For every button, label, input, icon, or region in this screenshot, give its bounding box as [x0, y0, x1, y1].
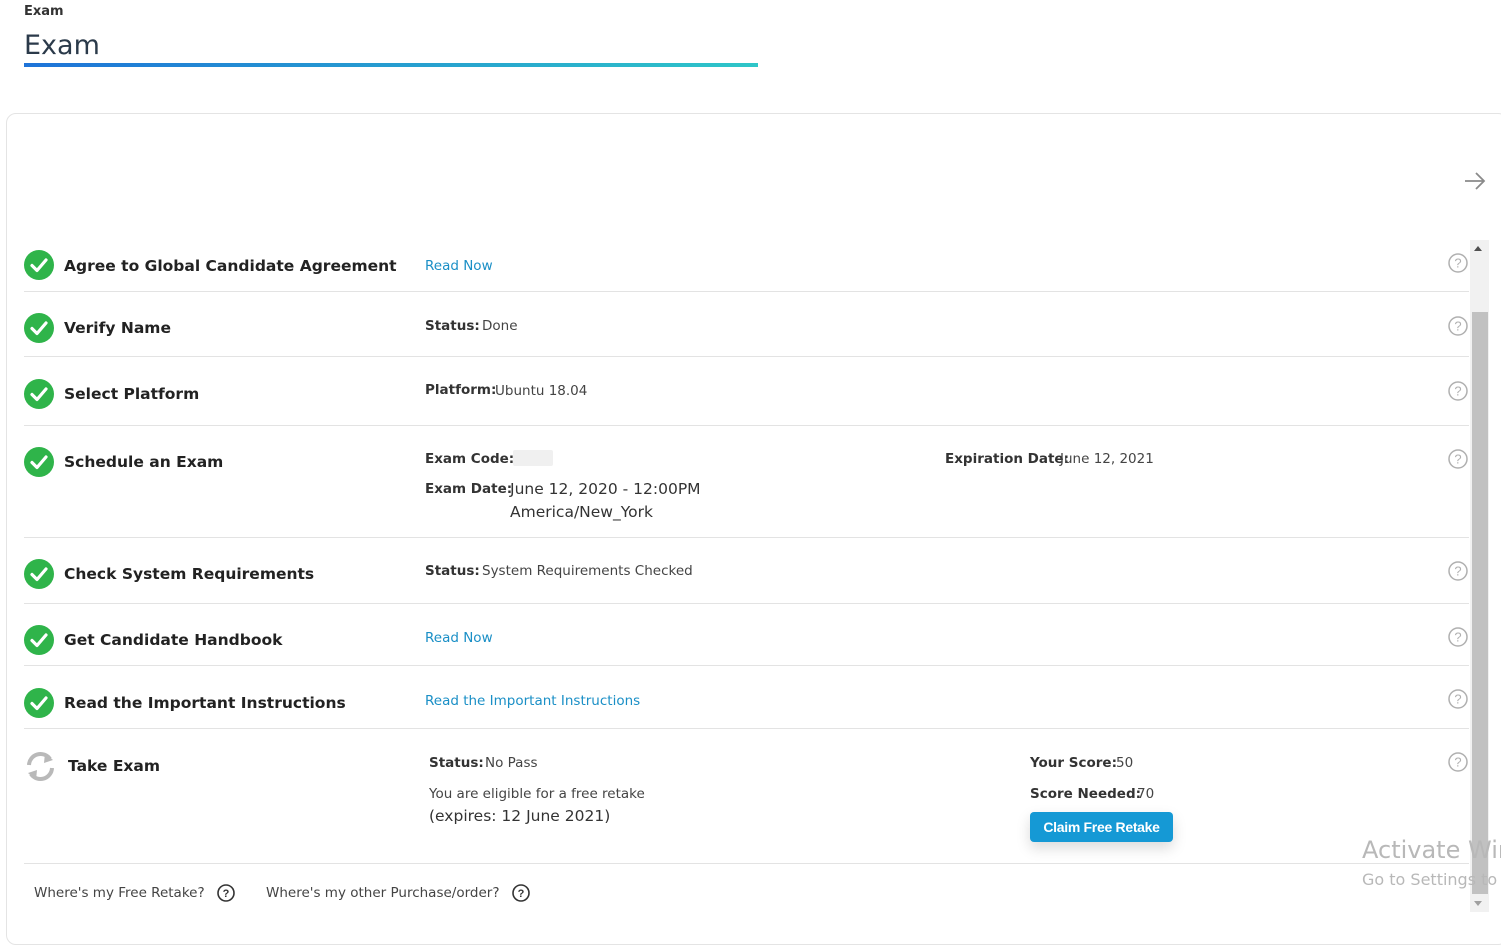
activation-watermark-title: Activate Win: [1362, 836, 1501, 864]
help-icon[interactable]: ?: [1448, 561, 1468, 581]
scrollbar-thumb[interactable]: [1472, 312, 1488, 894]
step-title: Get Candidate Handbook: [64, 631, 283, 649]
check-circle-icon: [24, 625, 54, 655]
check-circle-icon: [24, 447, 54, 477]
svg-text:?: ?: [223, 888, 230, 900]
step-title: Schedule an Exam: [64, 453, 224, 471]
platform-value: Ubuntu 18.04: [495, 383, 588, 399]
purchase-order-link[interactable]: Where's my other Purchase/order? ?: [266, 884, 530, 902]
step-title: Read the Important Instructions: [64, 694, 346, 712]
help-icon[interactable]: ?: [1448, 449, 1468, 469]
check-circle-icon: [24, 688, 54, 718]
exam-date-value: June 12, 2020 - 12:00PM: [510, 480, 701, 498]
activation-watermark-subtitle: Go to Settings to: [1362, 870, 1498, 889]
platform-label: Platform:: [425, 382, 497, 398]
scroll-down-arrow-icon[interactable]: [1474, 901, 1482, 906]
status-label: Status:: [429, 755, 484, 771]
step-system-check: Check System Requirements Status: System…: [24, 537, 1469, 604]
page-title: Exam: [24, 30, 100, 61]
exam-date-label: Exam Date:: [425, 481, 513, 497]
svg-text:?: ?: [1454, 452, 1461, 467]
status-value: No Pass: [485, 755, 538, 771]
help-icon[interactable]: ?: [1448, 316, 1468, 336]
status-label: Status:: [425, 318, 480, 334]
svg-text:?: ?: [517, 888, 524, 900]
expiration-value: June 12, 2021: [1060, 451, 1154, 467]
instructions-link[interactable]: Read the Important Instructions: [425, 693, 640, 709]
status-value: System Requirements Checked: [482, 563, 693, 579]
help-icon[interactable]: ?: [1448, 381, 1468, 401]
purchase-order-label: Where's my other Purchase/order?: [266, 885, 500, 901]
your-score-value: 50: [1116, 755, 1134, 771]
help-circle-icon: ?: [512, 884, 530, 902]
svg-text:?: ?: [1454, 319, 1461, 334]
help-circle-icon: ?: [217, 884, 235, 902]
check-circle-icon: [24, 559, 54, 589]
expiration-label: Expiration Date:: [945, 451, 1069, 467]
step-instructions: Read the Important Instructions Read the…: [24, 665, 1469, 729]
help-icon[interactable]: ?: [1448, 689, 1468, 709]
step-handbook: Get Candidate Handbook Read Now ?: [24, 603, 1469, 666]
step-title: Select Platform: [64, 385, 200, 403]
retake-eligibility-text: You are eligible for a free retake: [429, 786, 645, 802]
step-platform: Select Platform Platform: Ubuntu 18.04 ?: [24, 356, 1469, 426]
status-value: Done: [482, 318, 518, 334]
svg-text:?: ?: [1454, 256, 1461, 271]
step-title: Verify Name: [64, 319, 171, 337]
status-label: Status:: [425, 563, 480, 579]
step-verify-name: Verify Name Status: Done ?: [24, 291, 1469, 357]
scroll-up-arrow-icon[interactable]: [1474, 246, 1482, 251]
step-title: Check System Requirements: [64, 565, 315, 583]
check-circle-icon: [24, 313, 54, 343]
score-needed-label: Score Needed:: [1030, 786, 1142, 802]
svg-text:?: ?: [1454, 755, 1461, 770]
exam-timezone: America/New_York: [510, 503, 653, 521]
svg-text:?: ?: [1454, 564, 1461, 579]
help-icon[interactable]: ?: [1448, 253, 1468, 273]
check-circle-icon: [24, 250, 54, 280]
score-needed-value: 70: [1137, 786, 1155, 802]
help-icon[interactable]: ?: [1448, 627, 1468, 647]
arrow-right-icon[interactable]: [1462, 168, 1488, 194]
refresh-icon: [27, 751, 54, 782]
exam-code-value: [513, 450, 553, 466]
claim-free-retake-button[interactable]: Claim Free Retake: [1030, 812, 1173, 842]
step-agreement: Agree to Global Candidate Agreement Read…: [24, 245, 1469, 292]
svg-text:?: ?: [1454, 630, 1461, 645]
retake-expiry-text: (expires: 12 June 2021): [429, 807, 611, 825]
read-now-link[interactable]: Read Now: [425, 258, 493, 274]
your-score-label: Your Score:: [1030, 755, 1117, 771]
exam-code-label: Exam Code:: [425, 451, 515, 467]
step-take-exam: Take Exam Status: No Pass You are eligib…: [24, 728, 1469, 864]
read-now-link[interactable]: Read Now: [425, 630, 493, 646]
help-icon[interactable]: ?: [1448, 752, 1468, 772]
step-title: Take Exam: [68, 757, 161, 775]
title-underline: [24, 63, 758, 67]
breadcrumb: Exam: [24, 4, 64, 19]
step-schedule: Schedule an Exam Exam Code: Expiration D…: [24, 425, 1469, 538]
svg-text:?: ?: [1454, 692, 1461, 707]
step-title: Agree to Global Candidate Agreement: [64, 257, 397, 275]
check-circle-icon: [24, 379, 54, 409]
free-retake-label: Where's my Free Retake?: [34, 885, 205, 901]
free-retake-link[interactable]: Where's my Free Retake? ?: [34, 884, 235, 902]
svg-text:?: ?: [1454, 384, 1461, 399]
